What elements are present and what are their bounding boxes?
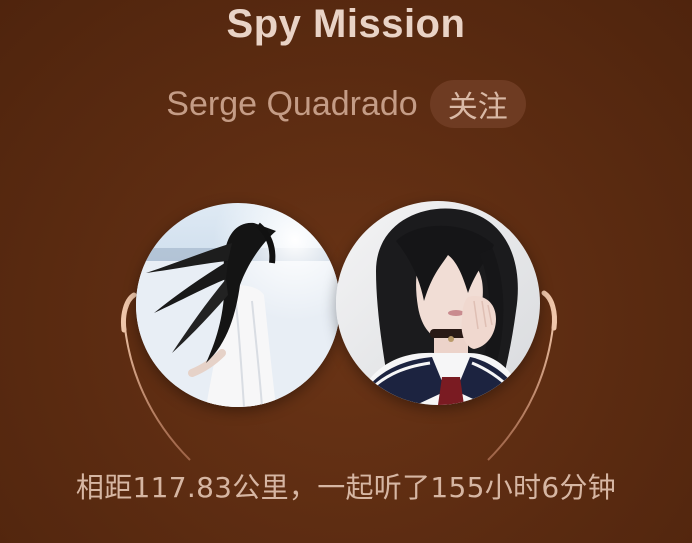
avatar-right[interactable] <box>336 201 540 405</box>
avatar-image-2 <box>336 201 540 405</box>
shared-listening-stats: 相距117.83公里，一起听了155小时6分钟 <box>75 471 617 504</box>
shared-listening-screen: Spy Mission Serge Quadrado 关注 相距117.83公里… <box>0 0 692 543</box>
avatar-image-1 <box>136 203 340 407</box>
avatar-left[interactable] <box>136 203 340 407</box>
